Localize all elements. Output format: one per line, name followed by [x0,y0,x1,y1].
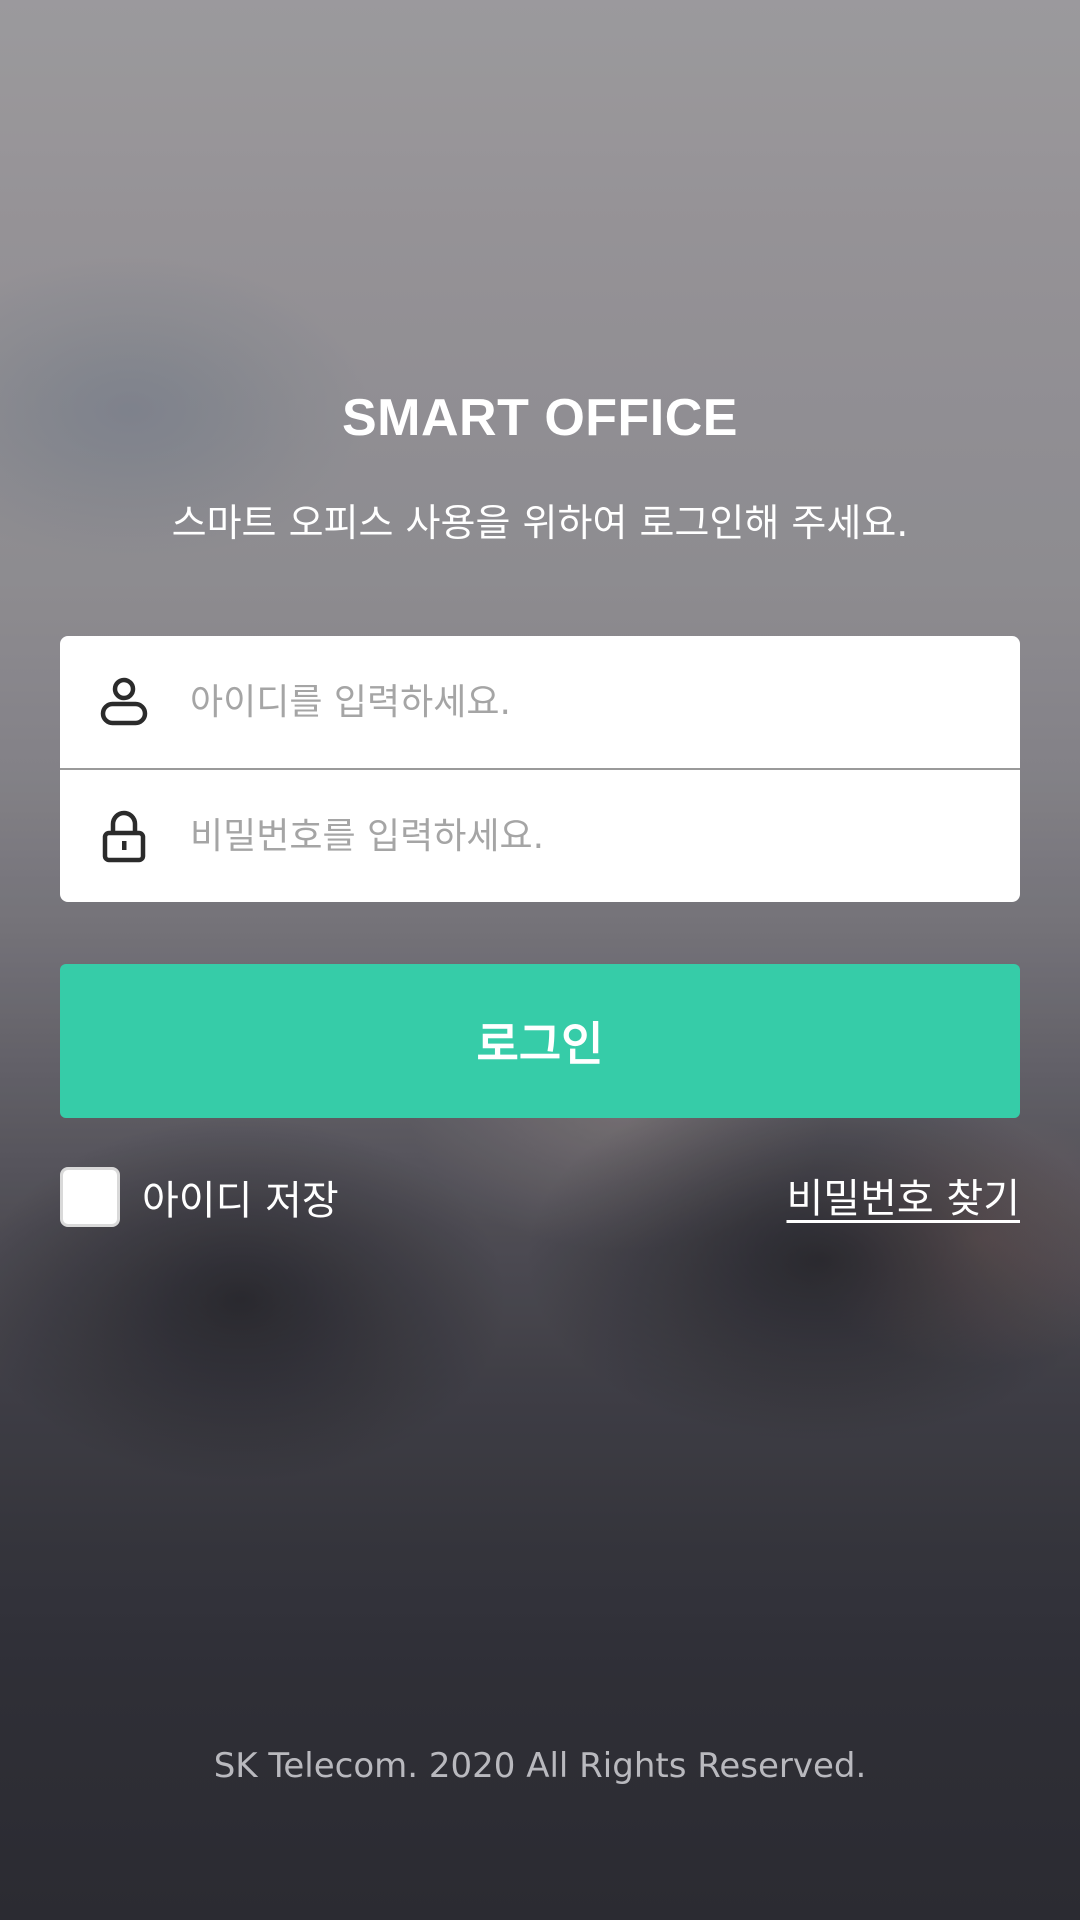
find-password-link[interactable]: 비밀번호 찾기 [786,1166,1020,1224]
password-field-row[interactable] [60,770,1020,902]
login-button[interactable]: 로그인 [60,964,1020,1118]
user-icon [92,670,156,734]
copyright-text: SK Telecom. 2020 All Rights Reserved. [213,1746,867,1786]
login-form [60,636,1020,902]
save-id-label: 아이디 저장 [142,1178,339,1224]
id-input[interactable] [190,662,970,742]
save-id-checkbox[interactable] [60,1167,120,1227]
password-input[interactable] [190,796,970,876]
save-id-option[interactable]: 아이디 저장 [60,1167,339,1227]
lock-icon [92,804,156,868]
login-instruction: 스마트 오피스 사용을 위하여 로그인해 주세요. [171,501,909,545]
app-title: SMART OFFICE [342,389,738,447]
id-field-row[interactable] [60,636,1020,768]
login-screen: SMART OFFICE 스마트 오피스 사용을 위하여 로그인해 주세요. 아… [0,0,1080,1920]
